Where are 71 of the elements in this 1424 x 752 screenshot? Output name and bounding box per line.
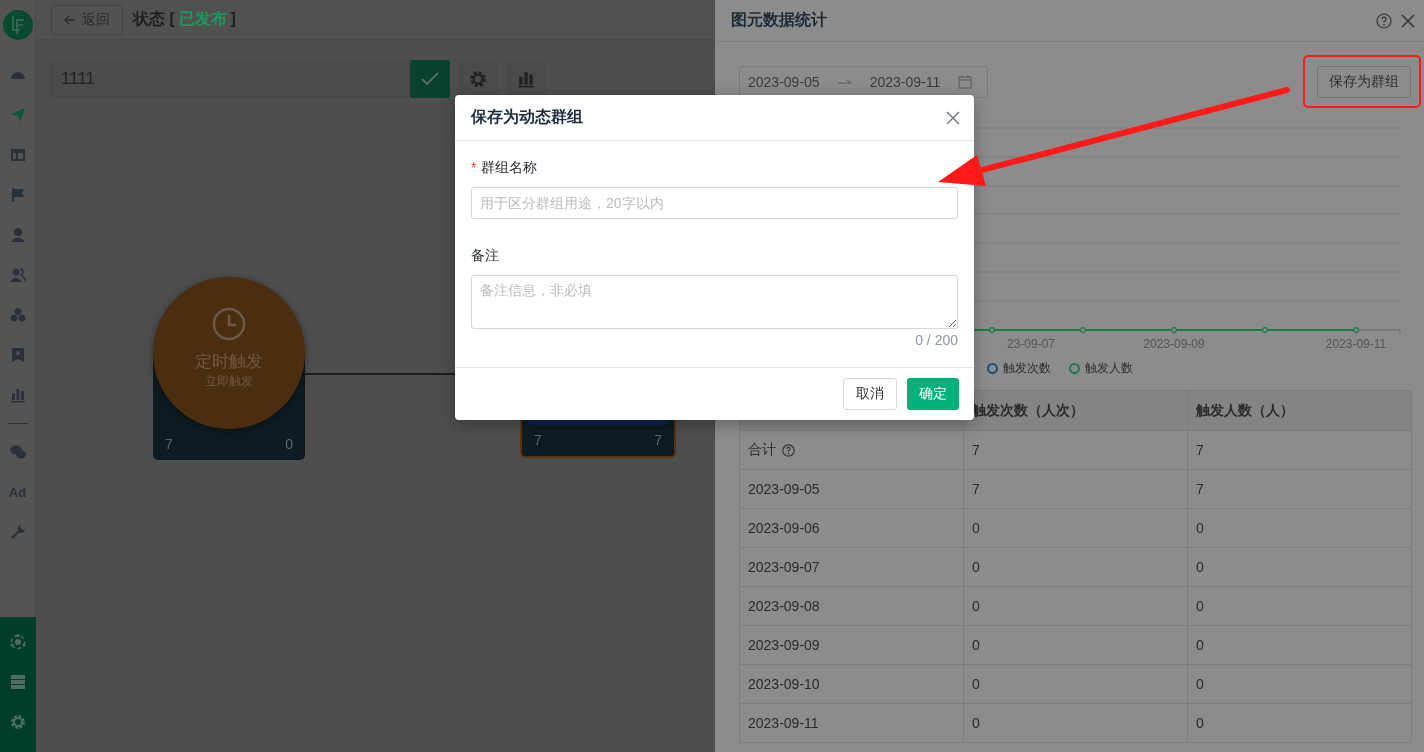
table-cell: 7 xyxy=(972,442,980,458)
table-cell: 7 xyxy=(972,481,980,497)
table-cell: 0 xyxy=(1196,559,1204,575)
logo-icon[interactable] xyxy=(2,10,33,40)
remark-field[interactable]: 备注信息，非必填 xyxy=(471,275,958,329)
table-cell: 0 xyxy=(972,715,980,731)
paper-plane-icon[interactable] xyxy=(9,107,26,123)
save-as-group-button[interactable]: 保存为群组 xyxy=(1317,66,1411,98)
character-counter: 0 / 200 xyxy=(915,332,958,348)
drawer-title: 图元数据统计 xyxy=(731,10,828,30)
layout-icon[interactable] xyxy=(9,147,26,163)
table-cell: 0 xyxy=(1196,520,1204,536)
table-cell: 0 xyxy=(1196,598,1204,614)
required-mark: * xyxy=(471,159,477,177)
table-cell: 2023-09-05 xyxy=(748,481,820,497)
node-count: 7 xyxy=(165,436,173,452)
users-icon[interactable] xyxy=(9,267,26,283)
table-cell: 0 xyxy=(972,676,980,692)
table-cell: 7 xyxy=(1196,481,1204,497)
confirm-button[interactable] xyxy=(410,60,450,98)
group-name-field[interactable]: 用于区分群组用途，20字以内 xyxy=(471,187,958,219)
close-icon[interactable] xyxy=(1400,12,1416,29)
clock-icon xyxy=(211,306,247,342)
help-icon[interactable] xyxy=(782,443,795,457)
chat-bubbles-icon[interactable] xyxy=(9,444,26,460)
node-count: 7 xyxy=(654,432,662,448)
table-cell: 0 xyxy=(1196,676,1204,692)
node-count: 7 xyxy=(534,432,542,448)
bar-chart-icon xyxy=(517,70,535,88)
flag-icon[interactable] xyxy=(9,187,26,203)
legend-label[interactable]: 触发人数 xyxy=(1084,359,1133,377)
bar-chart-icon[interactable] xyxy=(9,387,26,403)
start-date: 2023-09-05 xyxy=(748,74,820,90)
table-cell: 2023-09-08 xyxy=(748,598,820,614)
user-icon[interactable] xyxy=(9,227,26,243)
arrow-left-icon xyxy=(64,14,76,25)
table-cell: 0 xyxy=(972,520,980,536)
settings-icon xyxy=(469,70,487,88)
table-cell: 2023-09-11 xyxy=(748,715,819,731)
wrench-icon[interactable] xyxy=(9,524,26,540)
table-cell: 0 xyxy=(1196,715,1204,731)
calendar-icon xyxy=(958,75,973,89)
circles-icon[interactable] xyxy=(9,307,26,323)
column-header: 触发人数（人） xyxy=(1188,391,1412,431)
table-cell: 0 xyxy=(972,559,980,575)
badge-icon[interactable] xyxy=(9,347,26,363)
close-icon[interactable] xyxy=(946,110,960,125)
dialog-title: 保存为动态群组 xyxy=(471,107,583,127)
bracket-text: ] xyxy=(230,10,236,27)
table-cell: 7 xyxy=(1196,442,1204,458)
node-count: 0 xyxy=(285,436,293,452)
cancel-button[interactable]: 取消 xyxy=(843,378,897,410)
table-cell: 2023-09-09 xyxy=(748,637,820,653)
table-cell: 0 xyxy=(1196,637,1204,653)
server-icon[interactable] xyxy=(9,674,26,690)
table-cell: 0 xyxy=(972,598,980,614)
table-cell: 合计 xyxy=(748,441,776,459)
help-icon[interactable] xyxy=(1376,12,1392,29)
table-cell: 2023-09-10 xyxy=(748,676,820,692)
network-icon[interactable] xyxy=(9,634,26,650)
settings-icon[interactable] xyxy=(9,714,26,730)
status-label: 已发布 xyxy=(178,10,227,27)
ok-button[interactable]: 确定 xyxy=(907,378,959,410)
table-cell: 2023-09-07 xyxy=(748,559,820,575)
field-label: 群组名称 xyxy=(481,159,538,177)
legend-label[interactable]: 触发次数 xyxy=(1002,359,1051,377)
table-cell: 2023-09-06 xyxy=(748,520,820,536)
table-cell: 0 xyxy=(972,637,980,653)
end-date: 2023-09-11 xyxy=(869,74,941,90)
field-label: 备注 xyxy=(471,247,499,265)
check-icon xyxy=(421,72,439,86)
